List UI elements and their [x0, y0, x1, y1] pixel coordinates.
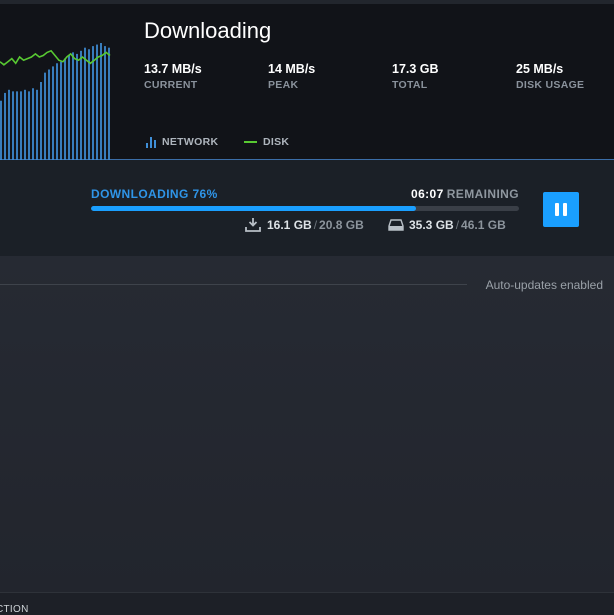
network-bar [44, 72, 46, 160]
stat-total-value: 17.3 GB [392, 62, 439, 76]
stat-current: 13.7 MB/s CURRENT [144, 62, 202, 91]
network-bar [8, 89, 10, 160]
footer-label: CTION [0, 604, 29, 615]
network-bar [52, 66, 54, 160]
download-size-done: 16.1 GB [267, 218, 312, 232]
legend-disk: DISK [244, 136, 289, 148]
network-bar [28, 91, 30, 160]
progress-bar-fill [91, 206, 417, 211]
disk-line-icon [244, 141, 257, 143]
auto-updates-status: Auto-updates enabled [485, 278, 603, 292]
network-bar [16, 91, 18, 160]
network-bar [80, 50, 82, 160]
time-remaining-value: 06:07 [411, 187, 444, 201]
legend-disk-label: DISK [263, 136, 290, 148]
network-bar [24, 89, 26, 160]
network-bar [60, 61, 62, 160]
stat-peak-label: PEAK [268, 79, 299, 91]
stat-disk-usage-value: 25 MB/s [516, 62, 564, 76]
footer-bar: CTION [0, 592, 614, 615]
network-bar [76, 53, 78, 160]
network-bar [0, 100, 2, 160]
pause-icon [555, 203, 559, 216]
network-bar [96, 44, 98, 160]
network-bar [4, 92, 6, 160]
stat-disk-usage: 25 MB/s DISK USAGE [516, 62, 584, 91]
network-bar [48, 69, 50, 160]
pause-button[interactable] [543, 192, 579, 227]
download-icon [245, 218, 261, 232]
stat-current-label: CURRENT [144, 79, 198, 91]
legend-network: NETWORK [146, 136, 218, 148]
network-bar [100, 43, 102, 160]
network-bar [108, 47, 110, 160]
download-progress-panel: DOWNLOADING 76% 06:07 REMAINING 16.1 GB /… [0, 160, 614, 256]
throughput-chart [0, 43, 111, 160]
download-status-label: DOWNLOADING 76% [91, 187, 218, 201]
stat-total: 17.3 GB TOTAL [392, 62, 439, 91]
network-bar [32, 88, 34, 160]
network-bar [40, 82, 42, 160]
network-bar [104, 46, 106, 160]
download-stats-panel: Downloading 13.7 MB/s CURRENT 14 MB/s PE… [0, 0, 614, 160]
download-queue-area: Auto-updates enabled [0, 256, 614, 592]
time-remaining-label: REMAINING [446, 187, 519, 201]
stat-total-label: TOTAL [392, 79, 428, 91]
network-bar [56, 63, 58, 160]
disk-size: 35.3 GB / 46.1 GB [388, 218, 506, 232]
network-bar [68, 55, 70, 160]
disk-size-total: 46.1 GB [461, 218, 506, 232]
page-title: Downloading [144, 18, 272, 43]
progress-bar [91, 206, 519, 211]
network-bar [92, 46, 94, 160]
disk-size-done: 35.3 GB [409, 218, 454, 232]
download-graph [0, 4, 112, 160]
legend-network-label: NETWORK [162, 136, 219, 148]
stat-disk-usage-label: DISK USAGE [516, 79, 585, 91]
network-bars-icon [146, 136, 156, 148]
stat-peak: 14 MB/s PEAK [268, 62, 315, 91]
download-size: 16.1 GB / 20.8 GB [245, 218, 364, 232]
network-bar [20, 91, 22, 160]
stat-peak-value: 14 MB/s [268, 62, 316, 76]
network-bar [36, 89, 38, 160]
download-size-total: 20.8 GB [319, 218, 364, 232]
network-bar [88, 49, 90, 160]
stat-current-value: 13.7 MB/s [144, 62, 202, 76]
disk-size-separator: / [455, 218, 460, 232]
time-remaining: 06:07 REMAINING [411, 187, 519, 201]
hard-drive-icon [388, 219, 404, 231]
download-size-separator: / [313, 218, 318, 232]
network-bar [84, 47, 86, 160]
network-bar [64, 58, 66, 160]
section-divider [0, 284, 467, 285]
network-bar [72, 52, 74, 160]
network-bar [12, 91, 14, 160]
